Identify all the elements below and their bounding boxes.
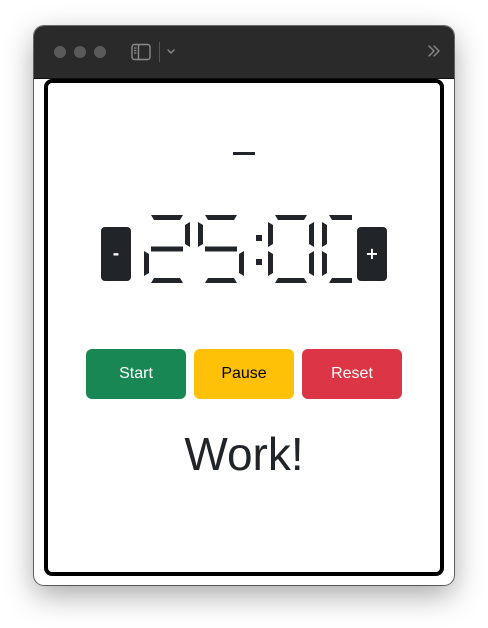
chevron-down-icon[interactable] (164, 43, 178, 59)
reset-button[interactable]: Reset (302, 349, 402, 399)
timer-display (142, 213, 352, 285)
lcd-segment (309, 222, 314, 247)
lcd-segment (205, 215, 237, 220)
lcd-segment (322, 251, 327, 276)
lcd-segment (239, 251, 244, 276)
lcd-segment (151, 246, 183, 252)
toolbar-divider (159, 42, 160, 62)
lcd-segment (185, 222, 190, 247)
colon-dot (256, 259, 262, 265)
lcd-segment (275, 278, 307, 283)
lcd-segment (275, 215, 307, 220)
session-indicator (233, 152, 255, 155)
sidebar-toggle-icon[interactable] (131, 43, 151, 61)
lcd-segment (198, 222, 203, 247)
title-bar (34, 26, 454, 79)
lcd-segment (322, 222, 327, 247)
colon-dot (256, 235, 262, 241)
lcd-segment (268, 222, 273, 247)
lcd-segment (329, 215, 352, 220)
app-window: - + Start Pause Reset Work! (34, 26, 454, 585)
close-window-button[interactable] (54, 46, 66, 58)
lcd-segment (329, 278, 352, 283)
lcd-segment (205, 278, 237, 283)
minimize-window-button[interactable] (74, 46, 86, 58)
pause-button[interactable]: Pause (194, 349, 294, 399)
mode-label: Work! (184, 428, 304, 480)
timer-panel: - + Start Pause Reset Work! (44, 79, 444, 576)
decrease-time-button[interactable]: - (101, 227, 131, 281)
lcd-segment (151, 215, 183, 220)
lcd-segment (144, 251, 149, 276)
double-chevron-right-icon[interactable] (426, 42, 442, 60)
start-button[interactable]: Start (86, 349, 186, 399)
lcd-segment (309, 251, 314, 276)
lcd-segment (268, 251, 273, 276)
zoom-window-button[interactable] (94, 46, 106, 58)
increase-time-button[interactable]: + (357, 227, 387, 281)
lcd-segment (205, 246, 237, 252)
lcd-segment (151, 278, 183, 283)
